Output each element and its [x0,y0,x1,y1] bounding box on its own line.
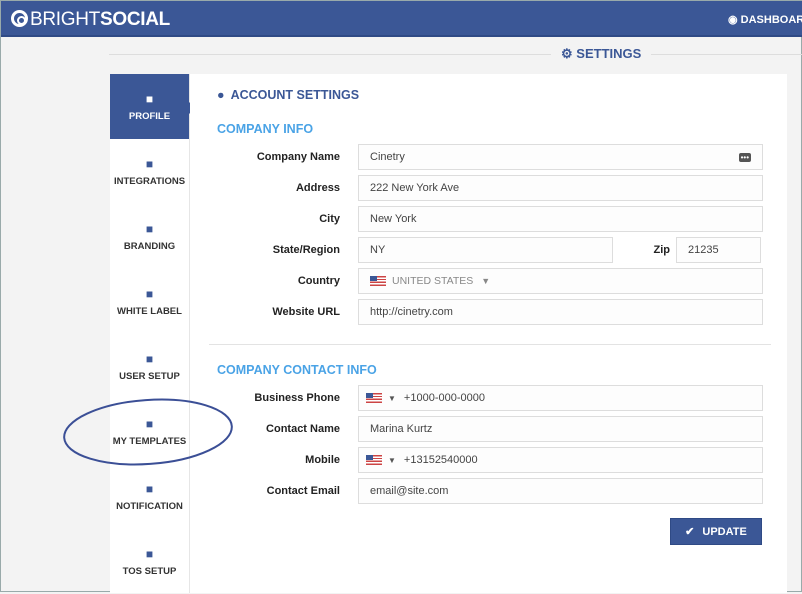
country-select[interactable]: UNITED STATES ▼ [358,268,763,294]
caret-down-icon[interactable]: ▼ [388,394,396,403]
country-value: UNITED STATES [392,275,474,287]
caret-down-icon[interactable]: ▼ [388,456,396,465]
file-icon: ■ [145,416,154,431]
company-name-input[interactable]: Cinetry ••• [358,144,763,170]
sidebar-item-my-templates[interactable]: ■ MY TEMPLATES [110,399,189,464]
sidebar-item-label: MY TEMPLATES [112,435,187,447]
account-settings-panel: ● ACCOUNT SETTINGS COMPANY INFO Company N… [190,74,787,593]
user-icon: ■ [145,91,154,106]
bell-icon: ■ [145,481,154,496]
sidebar-item-branding[interactable]: ■ BRANDING [110,204,189,269]
mobile-input[interactable]: ▼ +13152540000 [358,447,763,473]
sidebar-item-label: NOTIFICATION [116,500,183,512]
zip-label: Zip [653,244,671,256]
top-header: BRIGHTSOCIAL ◉ DASHBOARD [1,1,802,37]
mobile-value: +13152540000 [403,454,478,466]
heading-text: ACCOUNT SETTINGS [230,88,360,102]
update-button[interactable]: ✔ UPDATE [670,518,762,545]
logo-text: BRIGHT [30,9,100,30]
users-icon: ■ [145,351,154,366]
divider [109,54,802,55]
bookmark-icon: ■ [145,286,154,301]
contact-email-label: Contact Email [266,485,340,497]
sidebar-item-label: PROFILE [128,110,171,122]
company-info-heading: COMPANY INFO [217,122,314,136]
website-label: Website URL [272,306,340,318]
sidebar-item-white-label[interactable]: ■ WHITE LABEL [110,269,189,334]
phone-value: +1000-000-0000 [403,392,485,404]
chevron-down-icon: ▼ [481,276,491,286]
sidebar-item-label: BRANDING [123,240,176,252]
file-icon: ■ [145,546,154,561]
us-flag-icon[interactable] [366,393,382,403]
contact-info-heading: COMPANY CONTACT INFO [217,363,377,377]
sidebar-item-label: INTEGRATIONS [113,175,186,187]
arrow-circle-icon: ■ [145,156,154,171]
page-title-text: SETTINGS [576,46,642,61]
user-icon: ● [217,88,225,102]
dashboard-link[interactable]: ◉ DASHBOARD [728,13,802,26]
page-title: ⚙ SETTINGS [551,46,652,62]
business-phone-label: Business Phone [254,392,340,404]
dashboard-icon: ◉ [728,14,741,26]
contact-name-label: Contact Name [266,423,340,435]
update-label: UPDATE [702,525,747,538]
check-icon: ✔ [685,526,695,538]
settings-sidebar: ■ PROFILE ■ INTEGRATIONS ■ BRANDING ■ WHITE LAB… [110,74,195,594]
mobile-label: Mobile [305,454,340,466]
brush-icon: ■ [145,221,154,236]
zip-input[interactable]: 21235 [676,237,761,263]
us-flag-icon[interactable] [366,455,382,465]
contact-name-input[interactable]: Marina Kurtz [358,416,763,442]
country-label: Country [297,275,340,287]
company-name-value: Cinetry [370,151,405,163]
website-input[interactable]: http://cinetry.com [358,299,763,325]
logo[interactable]: BRIGHTSOCIAL [11,9,170,31]
business-phone-input[interactable]: ▼ +1000-000-0000 [358,385,763,411]
logo-text-bold: SOCIAL [99,9,170,30]
city-label: City [319,213,340,225]
address-input[interactable]: 222 New York Ave [358,175,763,201]
account-settings-heading: ● ACCOUNT SETTINGS [217,88,365,102]
sidebar-item-user-setup[interactable]: ■ USER SETUP [110,334,189,399]
dashboard-label: DASHBOARD [740,14,802,26]
sidebar-item-integrations[interactable]: ■ INTEGRATIONS [110,139,189,204]
contact-email-input[interactable]: email@site.com [358,478,763,504]
state-label: State/Region [272,244,340,256]
section-divider [209,344,771,345]
sidebar-item-label: TOS SETUP [122,565,177,577]
sidebar-item-tos-setup[interactable]: ■ TOS SETUP [110,529,189,594]
company-name-label: Company Name [256,151,340,163]
more-icon[interactable]: ••• [738,152,751,162]
logo-icon [11,10,28,27]
us-flag-icon [370,276,386,286]
sidebar-item-profile[interactable]: ■ PROFILE [110,74,195,139]
city-input[interactable]: New York [358,206,763,232]
sidebar-item-notification[interactable]: ■ NOTIFICATION [110,464,189,529]
gear-icon: ⚙ [561,46,577,61]
address-label: Address [295,182,340,194]
sidebar-item-label: USER SETUP [119,370,180,382]
sidebar-item-label: WHITE LABEL [117,305,182,317]
